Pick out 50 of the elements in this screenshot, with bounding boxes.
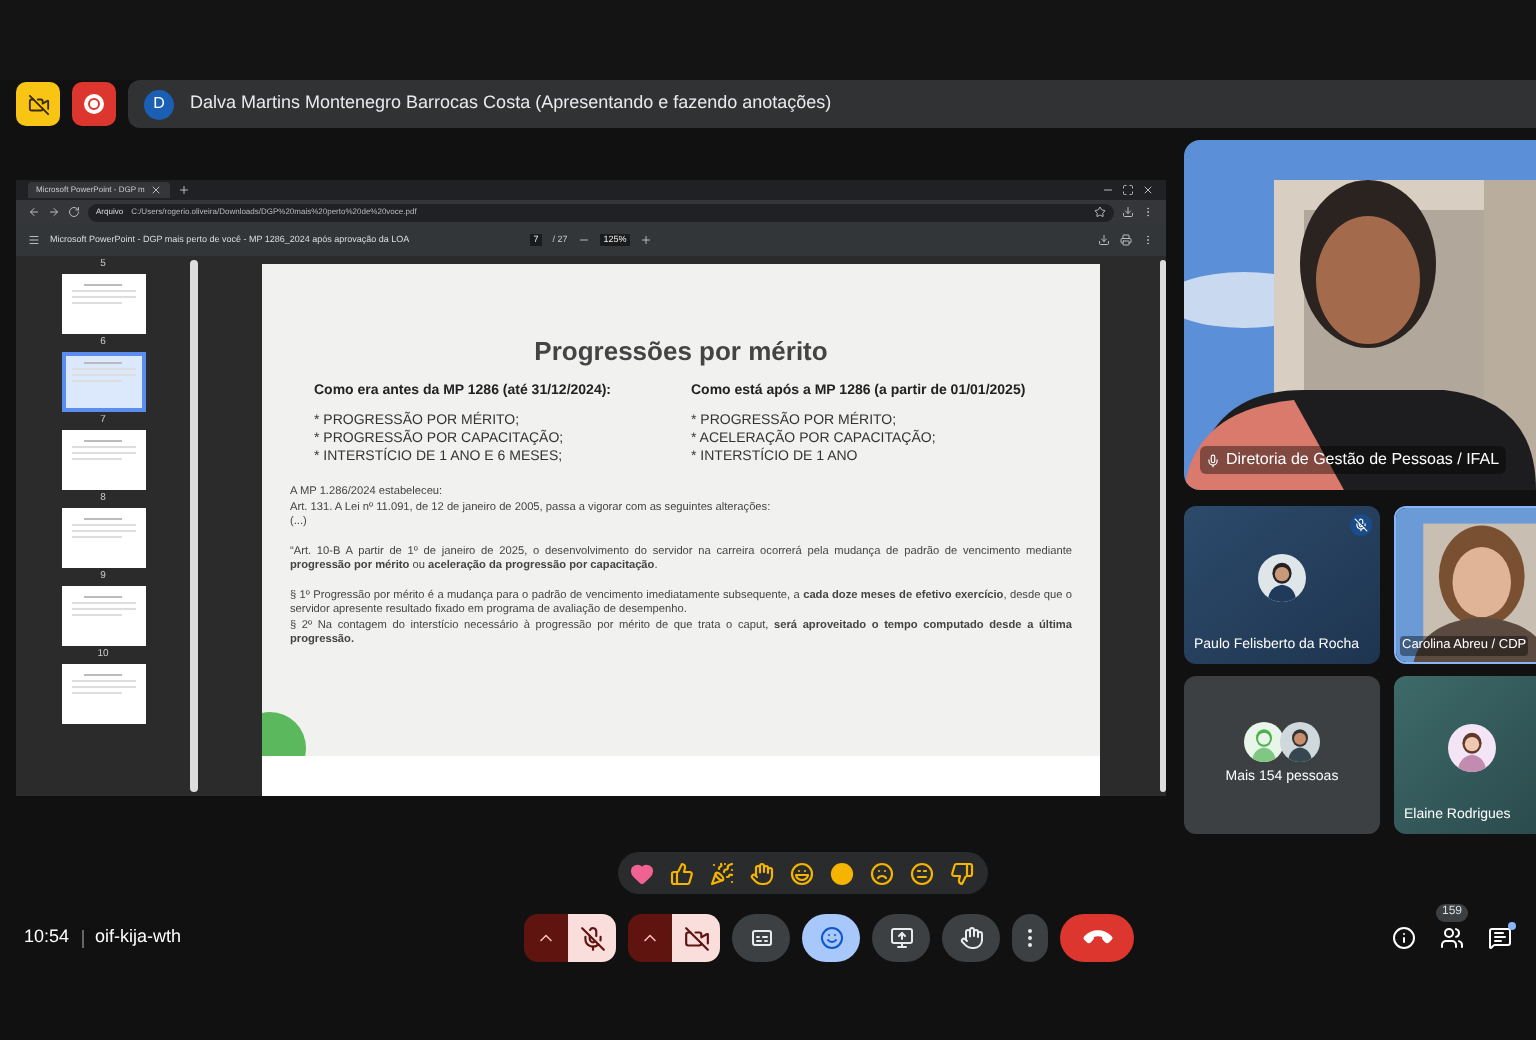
- presenter-avatar: D: [144, 89, 174, 119]
- thumbs-down-icon[interactable]: [949, 860, 975, 886]
- laughing-face-icon[interactable]: [789, 860, 815, 886]
- camera-off-icon: [683, 925, 709, 951]
- sad-face-icon[interactable]: [869, 860, 895, 886]
- zoom-in-icon[interactable]: [640, 234, 653, 246]
- heart-icon[interactable]: [629, 860, 655, 886]
- slide-title: Progressões por mérito: [532, 334, 830, 370]
- thumbs-up-icon[interactable]: [669, 860, 695, 886]
- close-icon[interactable]: [150, 184, 163, 196]
- recording-button[interactable]: [72, 82, 116, 126]
- microphone-off-icon: [579, 925, 605, 951]
- raise-hand-button[interactable]: [942, 914, 1000, 962]
- meeting-code: oif-kija-wth: [95, 924, 182, 951]
- meeting-time: 10:54: [24, 924, 70, 951]
- chat-icon[interactable]: [1488, 926, 1512, 950]
- party-popper-icon[interactable]: [709, 860, 735, 886]
- close-icon[interactable]: [1142, 184, 1154, 196]
- captions-button[interactable]: [732, 914, 790, 962]
- camera-button[interactable]: [672, 914, 720, 962]
- smiley-icon: [819, 926, 843, 950]
- download-icon[interactable]: [1098, 234, 1110, 246]
- print-icon[interactable]: [1120, 234, 1132, 246]
- end-call-button[interactable]: [1060, 914, 1134, 962]
- download-icon[interactable]: [1122, 206, 1134, 218]
- microphone-icon: [1206, 453, 1220, 467]
- reactions-button[interactable]: [802, 914, 860, 962]
- more-options-button[interactable]: [1012, 914, 1048, 962]
- microphone-button[interactable]: [568, 914, 616, 962]
- people-icon[interactable]: [1440, 926, 1464, 950]
- menu-icon[interactable]: [28, 234, 40, 246]
- back-icon[interactable]: [28, 206, 40, 218]
- participant-name: Diretoria de Gestão de Pessoas / IFAL: [1226, 448, 1500, 472]
- hand-icon[interactable]: [749, 860, 775, 886]
- info-icon[interactable]: [1392, 926, 1416, 950]
- new-tab-icon[interactable]: [178, 184, 191, 196]
- minimize-icon[interactable]: [1102, 184, 1114, 196]
- zoom-out-icon[interactable]: [577, 234, 590, 246]
- captions-icon: [749, 926, 773, 950]
- present-button[interactable]: [872, 914, 930, 962]
- star-icon[interactable]: [1094, 206, 1106, 218]
- page-thumbnail[interactable]: [61, 352, 145, 412]
- hand-icon: [959, 926, 983, 950]
- reload-icon[interactable]: [68, 206, 80, 218]
- forward-icon[interactable]: [48, 206, 60, 218]
- wry-face-icon[interactable]: [909, 860, 935, 886]
- present-screen-icon: [889, 926, 913, 950]
- presenter-label: Dalva Martins Montenegro Barrocas Costa (Apresentando e fazendo anotações): [190, 90, 832, 117]
- presentation-button[interactable]: [16, 82, 60, 126]
- record-icon: [84, 94, 104, 114]
